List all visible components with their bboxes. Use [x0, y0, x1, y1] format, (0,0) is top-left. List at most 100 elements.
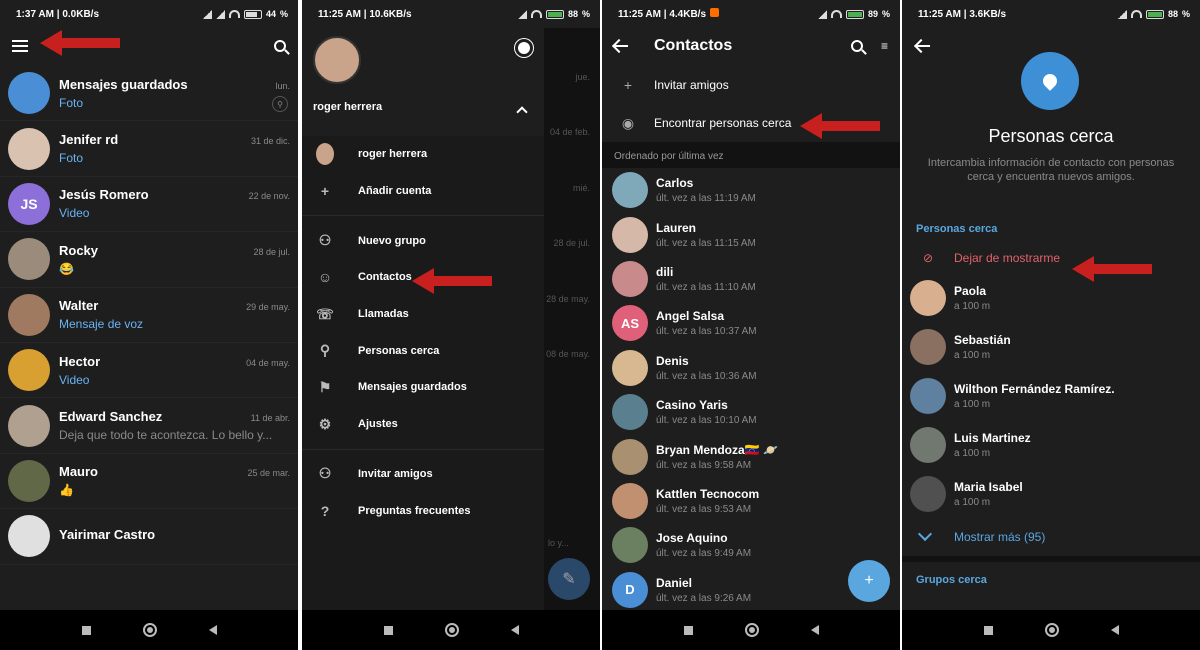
drawer-item[interactable]: ⚲ Personas cerca [302, 332, 544, 369]
drawer-item[interactable]: ⚇ Nuevo grupo [302, 222, 544, 259]
drawer-item-label: Llamadas [358, 308, 409, 321]
nearby-list: Personas cerca ⊘ Dejar de mostrarme Paol… [902, 214, 1200, 610]
avatar[interactable] [8, 459, 50, 502]
people-nearby-icon: ⚲ [319, 342, 331, 359]
chat-body: Edward Sanchez 11 de abr. Deja que todo te… [59, 409, 290, 442]
avatar[interactable] [8, 515, 50, 558]
contact-row[interactable]: Bryan Mendoza🇻🇪 🪐 últ. vez a las 9:58 AM [602, 434, 900, 478]
search-icon[interactable] [850, 40, 863, 52]
drawer-item[interactable]: ⚇ Invitar amigos [302, 456, 544, 493]
avatar[interactable] [8, 293, 50, 336]
avatar[interactable] [8, 404, 50, 447]
contact-row[interactable]: Casino Yaris últ. vez a las 10:10 AM [602, 390, 900, 434]
last-seen: últ. vez a las 11:10 AM [656, 281, 756, 293]
chat-date: 29 de may. [246, 302, 290, 313]
recents-button[interactable] [683, 625, 693, 635]
account-name: roger herrera [358, 148, 428, 161]
status-time: 11:25 AM | 10.6KB/s [318, 8, 412, 20]
chat-list: Mensajes guardados lun. Foto ⚲ Jenifer rd 31 … [0, 66, 298, 565]
chat-body: Rocky 28 de jul. 😂 [59, 243, 290, 276]
back-arrow-icon[interactable] [916, 45, 930, 47]
recents-button[interactable] [81, 625, 91, 635]
show-more-button[interactable]: Mostrar más (95) [902, 518, 1200, 556]
signal-icon [817, 9, 827, 19]
contact-row[interactable]: Denis últ. vez a las 10:36 AM [602, 346, 900, 390]
contact-row[interactable]: dili últ. vez a las 11:10 AM [602, 257, 900, 301]
chat-preview: Foto [59, 151, 84, 166]
chat-row[interactable]: Jenifer rd 31 de dic. Foto [0, 121, 298, 177]
invite-friends-item[interactable]: + Invitar amigos [602, 66, 900, 104]
drawer-item[interactable]: ☏ Llamadas [302, 296, 544, 333]
contact-row[interactable]: Kattlen Tecnocom últ. vez a las 9:53 AM [602, 479, 900, 523]
avatar[interactable] [313, 36, 361, 84]
plus-icon: + [320, 183, 330, 200]
person-row[interactable]: Maria Isabel a 100 m [902, 469, 1200, 518]
home-button[interactable] [444, 623, 459, 637]
chat-row[interactable]: Edward Sanchez 11 de abr. Deja que todo te… [0, 398, 298, 454]
chat-row[interactable]: JS Jesús Romero 22 de nov. Video [0, 177, 298, 233]
sort-icon[interactable]: ≡ [881, 39, 888, 53]
person-row[interactable]: Paola a 100 m [902, 273, 1200, 322]
help-icon: ? [320, 502, 330, 519]
chat-date: 25 de mar. [247, 468, 290, 479]
add-account-item[interactable]: + Añadir cuenta [302, 173, 544, 210]
add-contact-button[interactable]: + [848, 560, 890, 602]
stop-showing-me-button[interactable]: ⊘ Dejar de mostrarme [902, 243, 1200, 273]
status-time: 11:25 AM | 3.6KB/s [918, 8, 1007, 20]
notification-icon [710, 8, 720, 17]
avatar[interactable] [8, 238, 50, 281]
chat-name: Mensajes guardados [59, 76, 188, 92]
contact-list: Carlos últ. vez a las 11:19 AM Lauren últ. … [602, 168, 900, 612]
avatar[interactable] [8, 349, 50, 392]
people-nearby-screen: 11:25 AM | 3.6KB/s 88% Personas cerca In… [902, 0, 1200, 650]
contact-row[interactable]: AS Angel Salsa últ. vez a las 10:37 AM [602, 301, 900, 345]
contact-row[interactable]: Jose Aquino últ. vez a las 9:49 AM [602, 523, 900, 567]
home-button[interactable] [744, 623, 759, 637]
menu-icon[interactable] [12, 40, 28, 52]
location-icon: ◉ [621, 114, 635, 131]
back-arrow-icon[interactable] [614, 45, 628, 47]
chat-row[interactable]: Yairimar Castro [0, 509, 298, 565]
chat-name: Mauro [59, 464, 98, 480]
person-row[interactable]: Sebastián a 100 m [902, 322, 1200, 371]
recents-button[interactable] [983, 625, 993, 635]
chat-row[interactable]: Rocky 28 de jul. 😂 [0, 232, 298, 288]
contact-icon: ☺ [317, 269, 333, 286]
person-row[interactable]: Wilthon Fernández Ramírez. a 100 m [902, 371, 1200, 420]
recents-button[interactable] [383, 625, 393, 635]
home-button[interactable] [1044, 623, 1059, 637]
drawer-menu: ⚇ Nuevo grupo ☺ Contactos ☏ Llamadas ⚲ Personas… [302, 222, 544, 442]
contact-row[interactable]: Lauren últ. vez a las 11:15 AM [602, 212, 900, 256]
person-name: Wilthon Fernández Ramírez. [954, 381, 1115, 396]
back-button[interactable] [810, 625, 819, 635]
chat-name: Walter [59, 298, 99, 314]
back-button[interactable] [510, 625, 519, 635]
avatar [612, 482, 648, 519]
drawer-item[interactable]: ? Preguntas frecuentes [302, 492, 544, 529]
battery-icon [845, 9, 864, 19]
person-row[interactable]: Luis Martinez a 100 m [902, 420, 1200, 469]
chat-name: Yairimar Castro [59, 526, 156, 542]
search-icon[interactable] [274, 40, 286, 52]
back-button[interactable] [1110, 625, 1119, 635]
last-seen: últ. vez a las 9:26 AM [656, 592, 752, 604]
chevron-up-icon[interactable] [516, 106, 528, 118]
chat-row[interactable]: Walter 29 de may. Mensaje de voz [0, 288, 298, 343]
drawer-item[interactable]: ⚑ Mensajes guardados [302, 369, 544, 406]
chat-row[interactable]: Mauro 25 de mar. 👍 [0, 454, 298, 510]
drawer-item[interactable]: ⚙ Ajustes [302, 406, 544, 443]
chat-date: lun. [275, 80, 290, 91]
back-button[interactable] [208, 625, 217, 635]
chat-row[interactable]: Hector 04 de may. Video [0, 343, 298, 399]
divider [302, 448, 544, 450]
avatar[interactable] [8, 72, 50, 115]
avatar[interactable]: JS [8, 182, 50, 225]
chat-row[interactable]: Mensajes guardados lun. Foto ⚲ [0, 66, 298, 122]
group-icon: ⚇ [318, 232, 332, 249]
edit-icon[interactable]: ✎ [548, 558, 590, 600]
home-button[interactable] [142, 623, 157, 637]
account-item[interactable]: roger herrera [302, 136, 544, 173]
contact-row[interactable]: Carlos últ. vez a las 11:19 AM [602, 168, 900, 212]
avatar[interactable] [8, 127, 50, 170]
theme-toggle-icon[interactable] [518, 42, 530, 54]
